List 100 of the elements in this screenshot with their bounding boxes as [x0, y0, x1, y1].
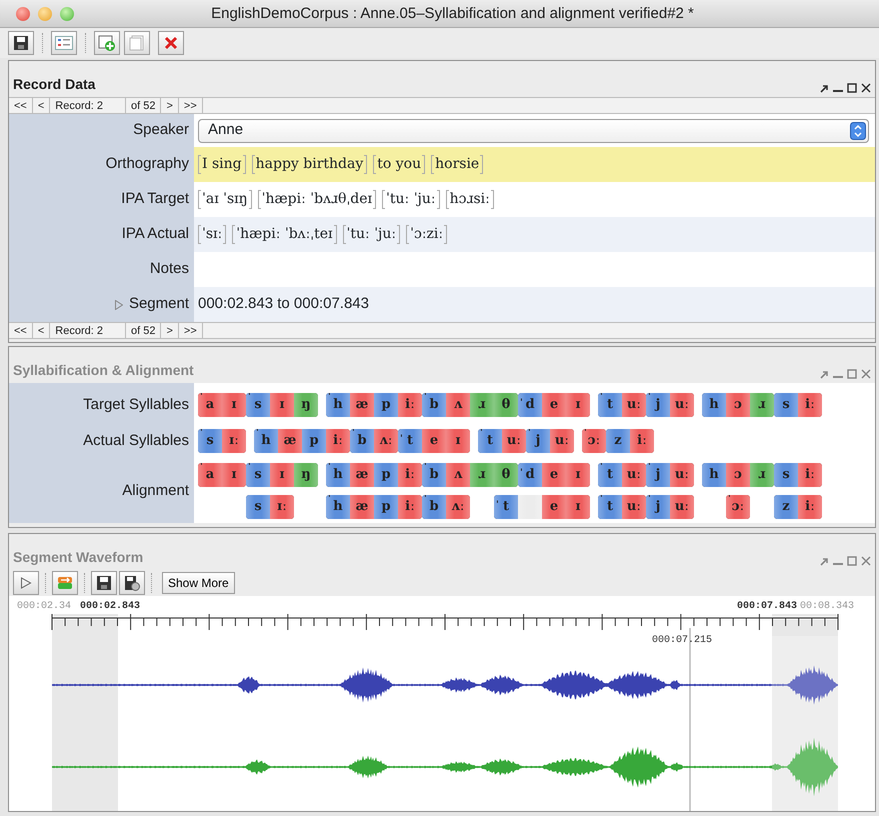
phone[interactable]: ɪ [566, 393, 590, 417]
phone[interactable]: h [702, 463, 726, 487]
phone[interactable]: ɔ [726, 463, 750, 487]
phone[interactable]: uː [670, 463, 694, 487]
phone[interactable]: ŋ [294, 393, 318, 417]
phone[interactable]: iː [398, 495, 422, 519]
phone[interactable]: s [774, 393, 798, 417]
phone[interactable]: ɪ [270, 393, 294, 417]
phone[interactable]: ɹ [750, 463, 774, 487]
phone[interactable]: uː [670, 393, 694, 417]
duplicate-record-button[interactable] [124, 31, 150, 55]
field-value-area[interactable]: ˈaɪ ˈsɪŋ ˈhæpiː ˈbʌɹθˌdeɪ ˈtuː ˈjuː hɔɹsiː [194, 182, 875, 217]
phone[interactable]: e [542, 495, 566, 519]
phone[interactable]: ɹ [470, 463, 494, 487]
phone[interactable]: uː [670, 495, 694, 519]
phone[interactable]: ˌ t [398, 429, 422, 453]
phone[interactable]: z [606, 429, 630, 453]
phone[interactable]: uː [622, 463, 646, 487]
maximize-icon[interactable] [847, 83, 857, 93]
playback-cursor[interactable] [689, 628, 691, 811]
phone[interactable]: ˌ t [494, 495, 518, 519]
phone[interactable]: ɔ [726, 393, 750, 417]
word-group[interactable]: I sing [198, 154, 246, 175]
phone[interactable]: θ [494, 463, 518, 487]
last-record-button[interactable]: >> [178, 98, 203, 113]
phone[interactable]: uː [622, 495, 646, 519]
save-audio-button[interactable] [91, 571, 117, 595]
stepper-icon[interactable] [850, 122, 866, 140]
phone[interactable]: ʌ [446, 463, 470, 487]
field-value-area[interactable]: I sing happy birthday to you horsie [194, 147, 875, 182]
phone[interactable]: æ [350, 393, 374, 417]
field-value-area[interactable]: Anne [194, 114, 875, 147]
delete-record-button[interactable] [158, 31, 184, 55]
word-group[interactable]: ˈhæpiː ˈbʌɹθˌdeɪ [258, 189, 376, 210]
word-group[interactable]: ˈtuː ˈjuː [342, 224, 400, 245]
phone[interactable]: θ [494, 393, 518, 417]
view-button[interactable] [51, 31, 77, 55]
phone[interactable]: e [542, 463, 566, 487]
save-icon[interactable] [96, 575, 112, 591]
phone[interactable]: ˌ d [518, 393, 542, 417]
phone[interactable]: uː [550, 429, 574, 453]
close-icon[interactable] [861, 83, 871, 93]
phone[interactable]: p [374, 495, 398, 519]
phone[interactable]: ɪ [566, 463, 590, 487]
notes-field[interactable] [194, 252, 875, 287]
phone[interactable]: iː [398, 393, 422, 417]
phone[interactable]: ʌː [374, 429, 398, 453]
play-icon[interactable] [20, 577, 32, 589]
phone[interactable]: s [246, 495, 270, 519]
loop-button[interactable] [52, 571, 78, 595]
phone[interactable]: e [422, 429, 446, 453]
phone[interactable]: æ [350, 495, 374, 519]
save-button[interactable] [8, 31, 34, 55]
phone[interactable]: p [374, 393, 398, 417]
segment-value[interactable]: 000:02.843 to 000:07.843 [198, 293, 369, 316]
export-button[interactable] [119, 571, 145, 595]
phone[interactable]: ɪ [222, 393, 246, 417]
phone[interactable]: ɪ [222, 463, 246, 487]
detach-icon[interactable] [820, 84, 829, 92]
phone[interactable]: ŋ [294, 463, 318, 487]
field-value-area[interactable]: ˈsɪː ˈhæpiː ˈbʌːˌteɪ ˈtuː ˈjuː ˈɔːziː [194, 217, 875, 252]
phone[interactable]: ɪ [446, 429, 470, 453]
phone[interactable]: z [774, 495, 798, 519]
next-record-button[interactable]: > [161, 323, 179, 338]
phone[interactable]: uː [622, 393, 646, 417]
phone[interactable]: ɪ [270, 463, 294, 487]
first-record-button[interactable]: << [9, 98, 33, 113]
expand-icon[interactable] [114, 300, 123, 310]
speaker-dropdown[interactable]: Anne [198, 118, 869, 142]
phone[interactable]: æ [350, 463, 374, 487]
word-group[interactable]: ˈaɪ ˈsɪŋ [198, 189, 252, 210]
close-window-button[interactable] [16, 6, 30, 20]
previous-record-button[interactable]: < [32, 98, 50, 113]
word-group[interactable]: horsie [431, 154, 484, 175]
phone[interactable]: p [374, 463, 398, 487]
phone[interactable]: iː [630, 429, 654, 453]
phone[interactable]: ʌː [446, 495, 470, 519]
phone[interactable]: ɹ [470, 393, 494, 417]
add-record-button[interactable] [94, 31, 120, 55]
zoom-window-button[interactable] [60, 6, 74, 20]
phone[interactable]: iː [326, 429, 350, 453]
phone[interactable]: h [702, 393, 726, 417]
phone[interactable]: ɪ [566, 495, 590, 519]
word-group[interactable]: hɔɹsiː [446, 189, 494, 210]
word-group[interactable]: ˈtuː ˈjuː [382, 189, 440, 210]
phone[interactable]: uː [502, 429, 526, 453]
phone[interactable]: ɪː [270, 495, 294, 519]
phone[interactable]: iː [798, 463, 822, 487]
phone[interactable]: s [774, 463, 798, 487]
phone[interactable]: p [302, 429, 326, 453]
phone[interactable]: ɹ [750, 393, 774, 417]
phone[interactable]: iː [798, 393, 822, 417]
show-more-button[interactable]: Show More [162, 572, 235, 594]
first-record-button[interactable]: << [9, 323, 33, 338]
phone[interactable]: æ [278, 429, 302, 453]
phone[interactable]: ˌ d [518, 463, 542, 487]
word-group[interactable]: happy birthday [252, 154, 368, 175]
phone[interactable]: iː [798, 495, 822, 519]
phone[interactable]: e [542, 393, 566, 417]
word-group[interactable]: ˈɔːziː [406, 224, 448, 245]
